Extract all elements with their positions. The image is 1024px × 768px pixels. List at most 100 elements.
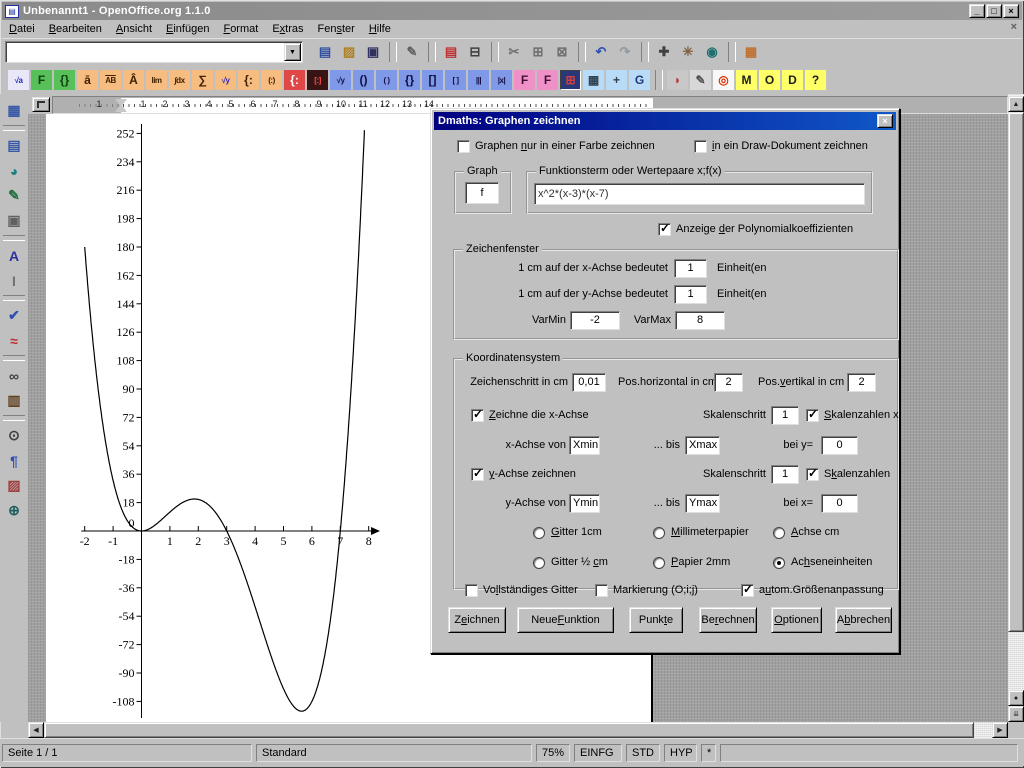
vertical-scroll-thumb[interactable] — [1008, 112, 1024, 632]
zeichenschritt-field[interactable]: 0,01 — [572, 373, 606, 392]
minimize-button[interactable]: _ — [969, 4, 985, 18]
cut-icon[interactable]: ✂ — [503, 42, 525, 62]
radio-gitter-halb-cm[interactable] — [533, 557, 545, 569]
dmaths-m-icon[interactable]: M — [736, 70, 757, 90]
redo-icon[interactable]: ↷ — [614, 42, 636, 62]
dmaths-paren-icon[interactable]: () — [353, 70, 374, 90]
draw-functions-icon[interactable]: ✎ — [2, 184, 26, 207]
berechnen-button[interactable]: Berechnen — [699, 607, 757, 633]
find-replace-icon[interactable]: ∞ — [2, 364, 26, 387]
checkbox-draw-document[interactable] — [694, 140, 707, 153]
status-zoom[interactable]: 75% — [536, 744, 570, 762]
dialog-titlebar[interactable]: Dmaths: Graphen zeichnen × — [434, 112, 896, 130]
vertical-scrollbar[interactable]: ▲ ● ⇊ — [1008, 94, 1024, 722]
menu-item-format[interactable]: Format — [216, 21, 265, 37]
dmaths-segment-icon[interactable]: AB — [100, 70, 121, 90]
dmaths-root-icon[interactable]: √y — [215, 70, 236, 90]
dmaths-bracket2-icon[interactable]: [ ] — [445, 70, 466, 90]
dmaths-f-pink2-icon[interactable]: F — [537, 70, 558, 90]
dmaths-braces-green-icon[interactable]: {} — [54, 70, 75, 90]
navigation-dot-icon[interactable]: ● — [1008, 690, 1024, 706]
checkbox-skalenzahlen-y[interactable] — [806, 468, 819, 481]
menu-item-datei[interactable]: Datei — [2, 21, 42, 37]
radio-achse-cm[interactable] — [773, 527, 785, 539]
paste-icon[interactable]: ⊠ — [551, 42, 573, 62]
dmaths-cases-icon[interactable]: {: — [238, 70, 259, 90]
close-button[interactable]: × — [1003, 4, 1019, 18]
insert-fields-icon[interactable]: ▤ — [2, 134, 26, 157]
status-selection-mode[interactable]: STD — [626, 744, 660, 762]
insert-object-icon[interactable]: ◕ — [2, 159, 26, 182]
radio-papier-2mm[interactable] — [653, 557, 665, 569]
horizontal-scrollbar[interactable]: ◀ ▶ — [28, 722, 1008, 738]
edit-file-icon[interactable]: ✎ — [401, 42, 423, 62]
combobox-dropdown-icon[interactable]: ▼ — [284, 43, 301, 61]
x-von-field[interactable]: Xmin — [569, 436, 600, 455]
dmaths-edit-icon[interactable]: ✎ — [690, 70, 711, 90]
dmaths-root-blue-icon[interactable]: √y — [330, 70, 351, 90]
gallery-icon[interactable]: ▦ — [740, 42, 762, 62]
menu-item-extras[interactable]: Extras — [265, 21, 310, 37]
dmaths-o-icon[interactable]: O — [759, 70, 780, 90]
insert-table-icon[interactable]: ▦ — [2, 99, 26, 122]
checkbox-autom-groessenanpassung[interactable] — [741, 584, 754, 597]
dmaths-protractor-icon[interactable]: ◗ — [667, 70, 688, 90]
dmaths-angle-icon[interactable]: Â — [123, 70, 144, 90]
checkbox-draw-y-axis[interactable] — [471, 468, 484, 481]
abbrechen-button[interactable]: Abbrechen — [835, 607, 892, 633]
dmaths-d-icon[interactable]: D — [782, 70, 803, 90]
menu-item-ansicht[interactable]: Ansicht — [109, 21, 159, 37]
dmaths-binom-icon[interactable]: (:) — [261, 70, 282, 90]
undo-icon[interactable]: ↶ — [590, 42, 612, 62]
bei-y-field[interactable]: 0 — [821, 436, 858, 455]
dmaths-g-icon[interactable]: G — [629, 70, 650, 90]
dmaths-limit-icon[interactable]: lim — [146, 70, 167, 90]
copy-icon[interactable]: ⊞ — [527, 42, 549, 62]
x-scale-field[interactable]: 1 — [674, 259, 707, 278]
scroll-left-icon[interactable]: ◀ — [28, 722, 44, 738]
bei-x-field[interactable]: 0 — [821, 494, 858, 513]
graph-name-field[interactable]: f — [465, 182, 499, 204]
menu-item-hilfe[interactable]: Hilfe — [362, 21, 398, 37]
checkbox-skalenzahlen-x[interactable] — [806, 409, 819, 422]
restore-button[interactable]: □ — [986, 4, 1002, 18]
y-scale-field[interactable]: 1 — [674, 285, 707, 304]
dmaths-grid-icon[interactable]: ▦ — [583, 70, 604, 90]
punkte-button[interactable]: Punkte — [629, 607, 683, 633]
scroll-right-icon[interactable]: ▶ — [992, 722, 1008, 738]
dialog-close-icon[interactable]: × — [877, 114, 893, 128]
menu-item-fenster[interactable]: Fenster — [311, 21, 362, 37]
radio-gitter-1cm[interactable] — [533, 527, 545, 539]
radio-millimeterpapier[interactable] — [653, 527, 665, 539]
stylist-icon[interactable]: ✳ — [677, 42, 699, 62]
checkbox-vollstaendiges-gitter[interactable] — [465, 584, 478, 597]
dmaths-cases-red-icon[interactable]: {: — [284, 70, 305, 90]
neue-funktion-button[interactable]: Neue Funktion — [517, 607, 614, 633]
dmaths-graph-window-icon[interactable]: ⊞ — [560, 70, 581, 90]
save-document-icon[interactable]: ▣ — [362, 42, 384, 62]
data-sources-icon[interactable]: ▥ — [2, 389, 26, 412]
autospellcheck-icon[interactable]: ≈ — [2, 329, 26, 352]
dmaths-abs-icon[interactable]: |x| — [491, 70, 512, 90]
document-as-email-icon[interactable]: ▤ — [440, 42, 462, 62]
dmaths-spiral-icon[interactable]: ◎ — [713, 70, 734, 90]
navigator-icon[interactable]: ✚ — [653, 42, 675, 62]
online-layout-icon[interactable]: ⊕ — [2, 499, 26, 522]
menu-item-einfgen[interactable]: Einfügen — [159, 21, 216, 37]
checkbox-markierung[interactable] — [595, 584, 608, 597]
autotext-icon[interactable]: A — [2, 244, 26, 267]
nonprinting-chars-icon[interactable]: ¶ — [2, 449, 26, 472]
direct-cursor-icon[interactable]: I — [2, 269, 26, 292]
dmaths-function-icon[interactable]: F — [31, 70, 52, 90]
y-bis-field[interactable]: Ymax — [685, 494, 720, 513]
form-functions-icon[interactable]: ▣ — [2, 209, 26, 232]
dmaths-axes-icon[interactable]: + — [606, 70, 627, 90]
hyperlink-icon[interactable]: ◉ — [701, 42, 723, 62]
dmaths-vector-icon[interactable]: ā — [77, 70, 98, 90]
function-term-field[interactable]: x^2*(x-3)*(x-7) — [534, 183, 865, 205]
spellcheck-icon[interactable]: ✔ — [2, 304, 26, 327]
x-bis-field[interactable]: Xmax — [685, 436, 720, 455]
close-document-icon[interactable]: × — [1011, 21, 1017, 33]
dmaths-sqrt-icon[interactable]: √a — [8, 70, 29, 90]
skalenschritt-x-field[interactable]: 1 — [771, 406, 799, 425]
